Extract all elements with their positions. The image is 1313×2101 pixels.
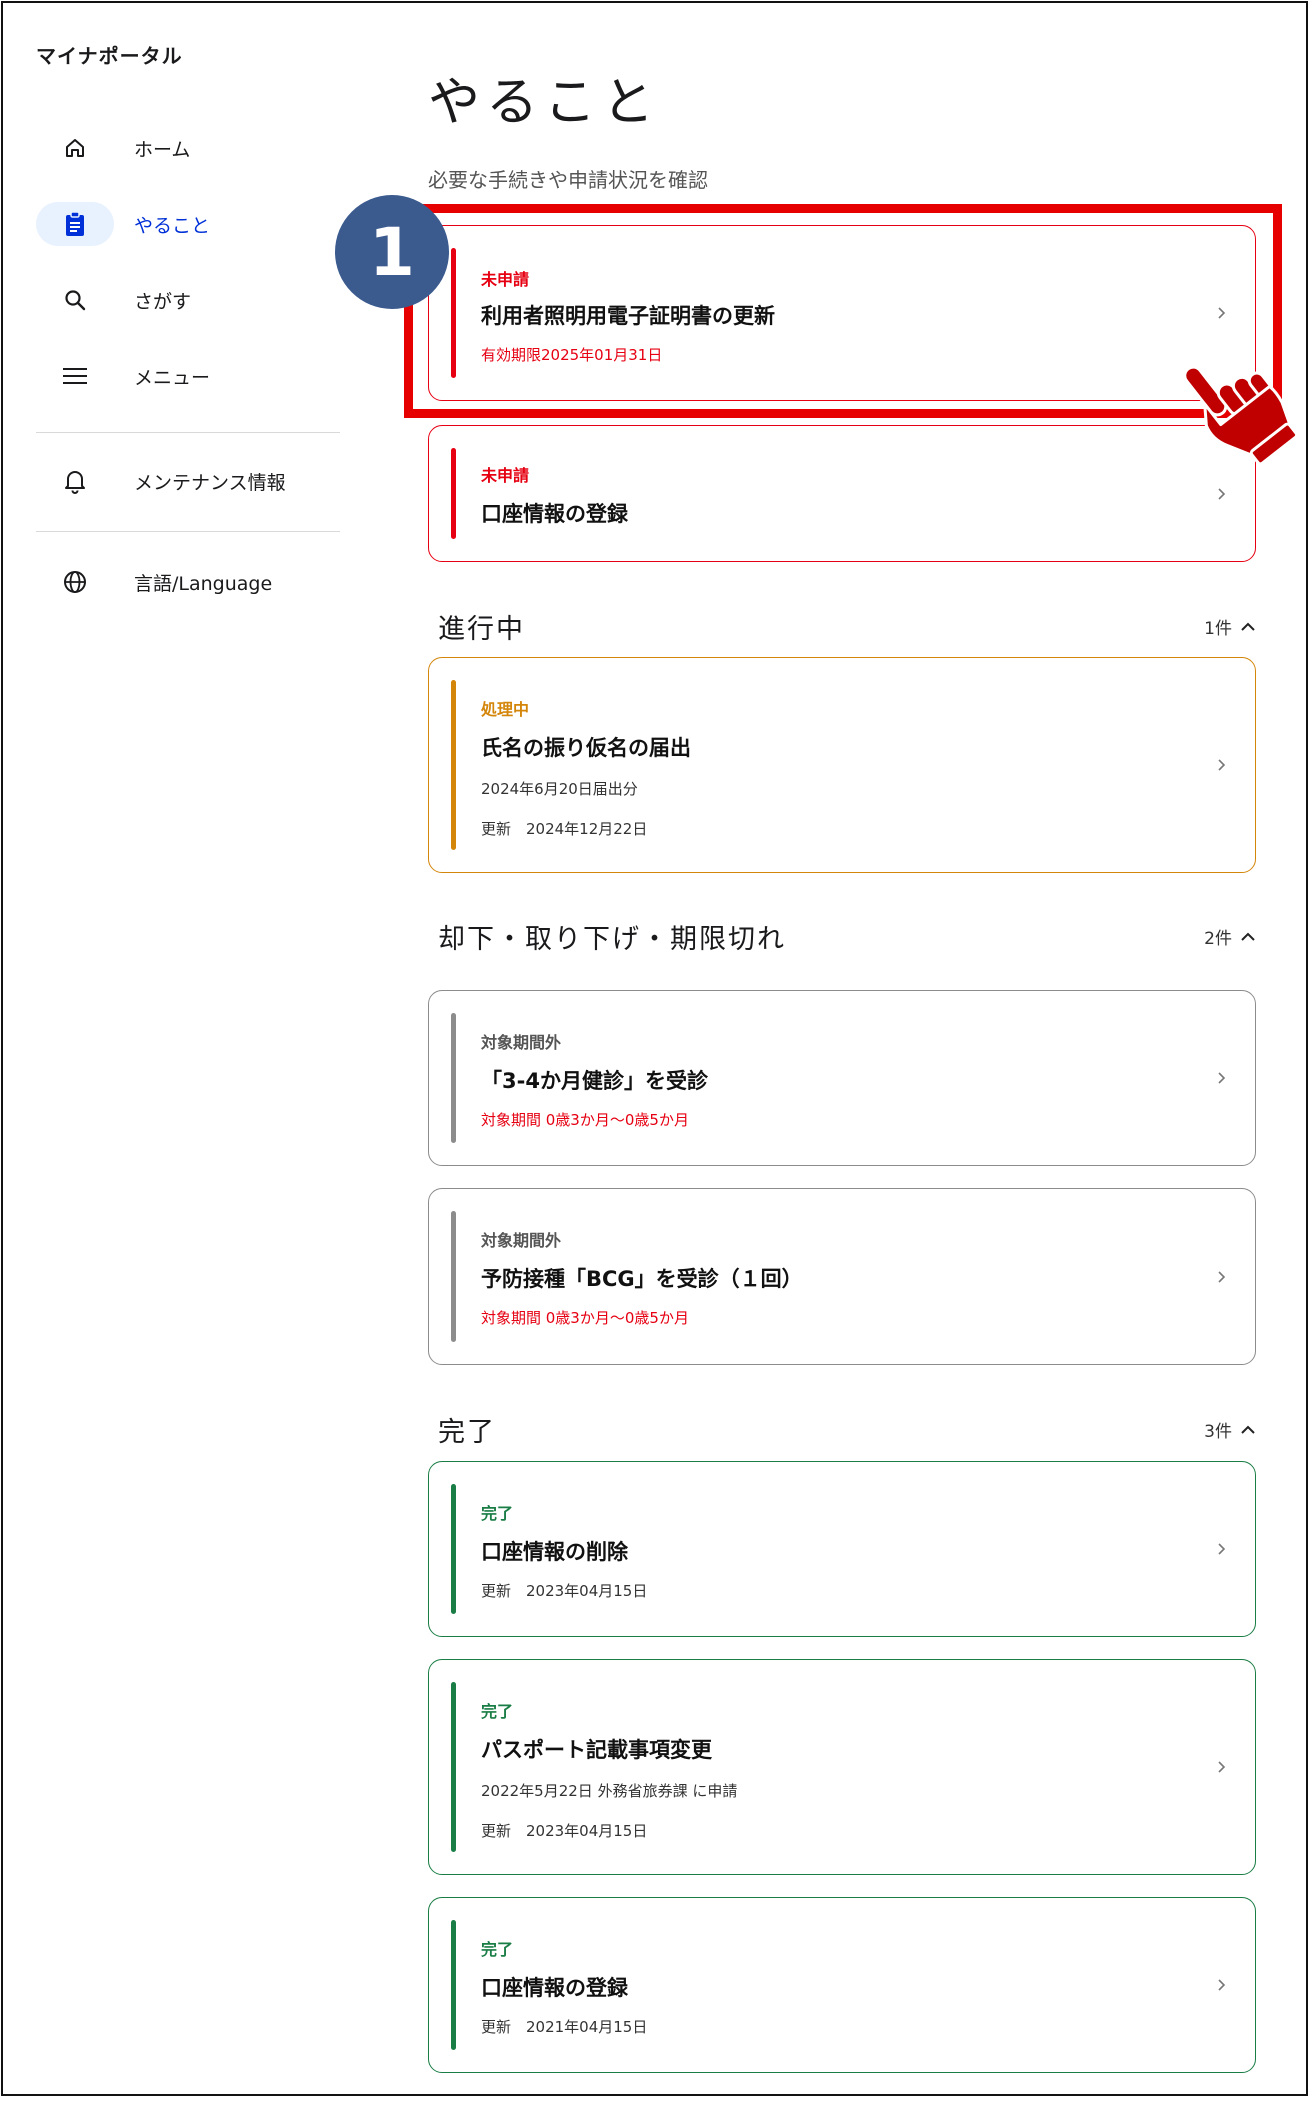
done-card-passport[interactable]: 完了 パスポート記載事項変更 2022年5月22日 外務省旅券課 に申請 更新 … bbox=[428, 1659, 1256, 1875]
sidebar-divider bbox=[36, 531, 340, 532]
sidebar-item-label: ホーム bbox=[134, 138, 191, 161]
bell-icon bbox=[36, 459, 114, 503]
page-subtitle: 必要な手続きや申請状況を確認 bbox=[428, 168, 708, 192]
section-title: 却下・取り下げ・期限切れ bbox=[438, 924, 786, 955]
section-count: 3件 bbox=[1204, 1417, 1256, 1442]
chevron-right-icon bbox=[1218, 1072, 1226, 1084]
card-title: 口座情報の登録 bbox=[481, 502, 628, 526]
pointing-hand-icon bbox=[1184, 365, 1296, 466]
search-icon bbox=[36, 278, 114, 322]
chevron-right-icon bbox=[1218, 1761, 1226, 1773]
status-bar bbox=[451, 1013, 456, 1143]
rejected-card-checkup[interactable]: 対象期間外 「3-4か月健診」を受診 対象期間 0歳3か月～0歳5か月 bbox=[428, 990, 1256, 1166]
sidebar-item-label: メンテナンス情報 bbox=[134, 471, 286, 494]
sidebar-item-label: メニュー bbox=[134, 366, 211, 389]
card-title: 予防接種「BCG」を受診（１回） bbox=[481, 1267, 803, 1291]
section-count: 1件 bbox=[1204, 614, 1256, 639]
status-bar bbox=[451, 1211, 456, 1342]
status-label: 対象期間外 bbox=[481, 1033, 562, 1052]
period-text: 対象期間 0歳3か月～0歳5か月 bbox=[481, 1111, 689, 1129]
home-icon bbox=[36, 126, 114, 170]
card-title: 口座情報の削除 bbox=[481, 1540, 628, 1564]
card-title: 「3-4か月健診」を受診 bbox=[481, 1069, 708, 1093]
updated-date: 更新 2023年04月15日 bbox=[481, 1822, 648, 1840]
status-bar bbox=[451, 1920, 456, 2050]
status-label: 未申請 bbox=[481, 466, 530, 485]
section-title: 完了 bbox=[438, 1417, 496, 1448]
step-badge: 1 bbox=[335, 195, 449, 309]
chevron-up-icon bbox=[1241, 932, 1255, 941]
sidebar-divider bbox=[36, 432, 340, 433]
submitted-date: 2024年6月20日届出分 bbox=[481, 780, 638, 798]
status-label: 完了 bbox=[481, 1940, 514, 1959]
updated-date: 更新 2021年04月15日 bbox=[481, 2018, 648, 2036]
chevron-right-icon bbox=[1218, 759, 1226, 771]
sidebar-item-maintenance[interactable]: メンテナンス情報 bbox=[36, 457, 340, 505]
status-bar bbox=[451, 1484, 456, 1614]
updated-date: 更新 2024年12月22日 bbox=[481, 820, 648, 838]
page-title: やること bbox=[428, 73, 661, 133]
chevron-up-icon bbox=[1241, 1425, 1255, 1434]
highlight-box bbox=[404, 204, 1282, 418]
status-label: 対象期間外 bbox=[481, 1231, 562, 1250]
sidebar-item-menu[interactable]: メニュー bbox=[36, 352, 340, 400]
section-in-progress-header[interactable]: 進行中 1件 bbox=[438, 607, 1256, 646]
in-progress-card[interactable]: 処理中 氏名の振り仮名の届出 2024年6月20日届出分 更新 2024年12月… bbox=[428, 657, 1256, 873]
card-title: パスポート記載事項変更 bbox=[481, 1738, 712, 1762]
menu-icon bbox=[36, 354, 114, 398]
sidebar-item-search[interactable]: さがす bbox=[36, 276, 340, 324]
card-title: 口座情報の登録 bbox=[481, 1976, 628, 2000]
sidebar-item-home[interactable]: ホーム bbox=[36, 124, 340, 172]
chevron-right-icon bbox=[1218, 487, 1226, 500]
done-card-account-delete[interactable]: 完了 口座情報の削除 更新 2023年04月15日 bbox=[428, 1461, 1256, 1637]
section-title: 進行中 bbox=[438, 614, 525, 645]
period-text: 対象期間 0歳3か月～0歳5か月 bbox=[481, 1309, 689, 1327]
sidebar-item-label: 言語/Language bbox=[134, 572, 273, 595]
status-label: 完了 bbox=[481, 1504, 514, 1523]
chevron-up-icon bbox=[1241, 622, 1255, 631]
sidebar-item-todo[interactable]: やること bbox=[36, 200, 340, 248]
card-title: 氏名の振り仮名の届出 bbox=[481, 736, 691, 760]
section-done-header[interactable]: 完了 3件 bbox=[438, 1410, 1256, 1449]
status-label: 完了 bbox=[481, 1702, 514, 1721]
section-count: 2件 bbox=[1204, 924, 1256, 949]
chevron-right-icon bbox=[1218, 1270, 1226, 1283]
status-bar bbox=[451, 1682, 456, 1852]
updated-date: 更新 2023年04月15日 bbox=[481, 1582, 648, 1600]
chevron-right-icon bbox=[1218, 1979, 1226, 1991]
section-rejected-header[interactable]: 却下・取り下げ・期限切れ 2件 bbox=[438, 917, 1256, 956]
todo-card-account[interactable]: 未申請 口座情報の登録 bbox=[428, 425, 1256, 562]
applied-date: 2022年5月22日 外務省旅券課 に申請 bbox=[481, 1782, 738, 1800]
sidebar-item-language[interactable]: 言語/Language bbox=[36, 558, 340, 606]
globe-icon bbox=[36, 560, 114, 604]
status-bar bbox=[451, 448, 456, 539]
status-bar bbox=[451, 680, 456, 850]
app-title: マイナポータル bbox=[36, 44, 183, 68]
clipboard-icon bbox=[36, 202, 114, 246]
sidebar-item-label: さがす bbox=[134, 290, 192, 313]
status-label: 処理中 bbox=[481, 700, 530, 719]
done-card-account-register[interactable]: 完了 口座情報の登録 更新 2021年04月15日 bbox=[428, 1897, 1256, 2073]
rejected-card-vaccine[interactable]: 対象期間外 予防接種「BCG」を受診（１回） 対象期間 0歳3か月～0歳5か月 bbox=[428, 1188, 1256, 1365]
sidebar-item-label: やること bbox=[134, 214, 211, 237]
chevron-right-icon bbox=[1218, 1543, 1226, 1555]
